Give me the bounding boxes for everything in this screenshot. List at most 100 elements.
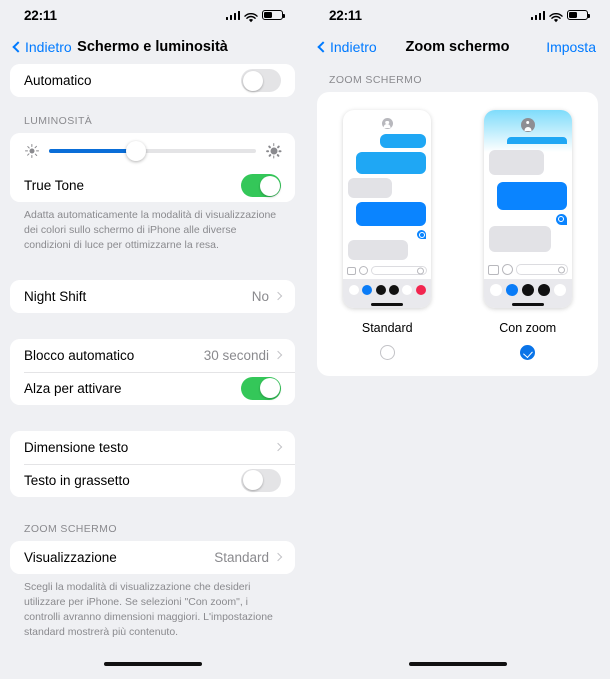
camera-icon [487, 264, 499, 275]
row-label: Dimensione testo [24, 439, 129, 455]
row-value-group: 30 secondi [203, 347, 283, 363]
row-visualizzazione[interactable]: Visualizzazione Standard [10, 540, 295, 574]
chevron-left-icon [317, 41, 329, 53]
app-store-icon [501, 264, 513, 275]
preview-home-indicator [343, 301, 432, 308]
row-label: Night Shift [24, 288, 87, 304]
radio-standard[interactable] [379, 345, 395, 360]
back-button[interactable]: Indietro [12, 39, 72, 55]
cellular-bars-icon [225, 10, 240, 20]
zoom-options-card: Standard Con zoom [317, 92, 598, 376]
footnote-display-zoom: Scegli la modalità di visualizzazione ch… [24, 580, 273, 639]
zoom-option-con-zoom[interactable]: Con zoom [483, 110, 572, 360]
row-dimensione-testo[interactable]: Dimensione testo [10, 430, 295, 464]
status-bar-left: 22:11 [0, 0, 305, 30]
row-night-shift[interactable]: Night Shift No [10, 279, 295, 313]
contact-avatar-icon [520, 118, 535, 132]
toggle-testo-in-grassetto[interactable] [241, 468, 281, 492]
chat-bubble [380, 134, 427, 148]
brightness-slider-fill [49, 149, 136, 153]
radio-con-zoom[interactable] [520, 345, 536, 360]
toggle-knob [259, 175, 280, 196]
contact-avatar-icon [381, 118, 393, 129]
chat-bubble [496, 182, 567, 210]
row-blocco-automatico[interactable]: Blocco automatico 30 secondi [10, 338, 295, 372]
row-automatico[interactable]: Automatico [10, 64, 295, 97]
brightness-slider-track[interactable] [49, 141, 256, 161]
home-indicator-right [305, 662, 610, 666]
chat-bubble [488, 150, 544, 175]
row-label: Visualizzazione [24, 549, 117, 565]
dock-dot [348, 285, 359, 295]
battery-icon [567, 9, 590, 21]
chevron-right-icon [273, 291, 283, 301]
dock-dot [521, 284, 534, 296]
status-bar-time: 22:11 [329, 7, 362, 23]
group-autolock: Blocco automatico 30 secondi Alza per at… [10, 338, 295, 405]
row-brightness-slider[interactable] [10, 133, 295, 169]
camera-icon [347, 266, 357, 275]
left-screen-display-brightness: 22:11 Indietro Schermo e luminosità Auto… [0, 0, 305, 679]
back-button[interactable]: Indietro [317, 39, 377, 55]
dock-dot [362, 285, 373, 295]
dock-dot [505, 284, 518, 296]
chat-bubble [348, 240, 409, 260]
toggle-alza-per-attivare[interactable] [241, 376, 281, 400]
row-value: Standard [214, 549, 269, 565]
brightness-slider-thumb[interactable] [125, 141, 146, 161]
row-label: Automatico [24, 73, 92, 88]
dock-dot [537, 284, 550, 296]
chevron-right-icon [273, 552, 283, 562]
section-header-luminosita: LUMINOSITÀ [24, 115, 93, 127]
chat-bubble [356, 152, 427, 174]
row-value: No [251, 288, 269, 304]
row-label: Testo in grassetto [24, 472, 130, 488]
toggle-knob [242, 470, 263, 491]
row-value-group: No [251, 288, 283, 304]
chat-bubble [356, 202, 427, 226]
row-value: 30 secondi [203, 347, 269, 363]
sun-large-icon [265, 143, 282, 159]
sun-small-icon [24, 144, 39, 159]
status-bar-indicators [530, 9, 590, 23]
row-true-tone[interactable]: True Tone [10, 169, 295, 202]
chat-bubble [506, 137, 567, 144]
footnote-true-tone: Adatta automaticamente la modalità di vi… [24, 209, 277, 252]
chevron-right-icon [273, 350, 283, 360]
chat-bubble [348, 178, 393, 198]
toggle-automatico[interactable] [241, 69, 281, 92]
toggle-knob [242, 70, 263, 91]
back-button-label: Indietro [330, 39, 377, 55]
status-bar-right: 22:11 [305, 0, 610, 30]
row-alza-per-attivare[interactable]: Alza per attivare [10, 371, 295, 405]
row-testo-in-grassetto[interactable]: Testo in grassetto [10, 463, 295, 497]
back-button-label: Indietro [25, 39, 72, 55]
toggle-knob [259, 378, 280, 399]
group-display-zoom: Visualizzazione Standard [10, 540, 295, 574]
toggle-true-tone[interactable] [241, 174, 281, 197]
row-value-group [273, 442, 283, 452]
app-store-icon [359, 266, 369, 275]
zoom-option-standard[interactable]: Standard [343, 110, 432, 360]
group-text: Dimensione testo Testo in grassetto [10, 430, 295, 497]
settings-list-left: Automatico LUMINOSITÀ True Tone Adatta a… [0, 64, 305, 641]
section-header-zoom-schermo-right: ZOOM SCHERMO [329, 74, 422, 86]
dock-dot [489, 284, 502, 296]
dock-dot [402, 285, 413, 295]
wifi-icon [549, 10, 563, 23]
set-button[interactable]: Imposta [546, 39, 596, 55]
delivered-indicator-icon [417, 230, 427, 239]
row-label: True Tone [24, 178, 85, 193]
status-bar-time: 22:11 [24, 7, 57, 23]
dual-screenshot-container: 22:11 Indietro Schermo e luminosità Auto… [0, 0, 610, 679]
row-label: Alza per attivare [24, 380, 122, 396]
battery-icon [262, 9, 285, 21]
preview-standard [343, 110, 432, 308]
group-automatic: Automatico [10, 64, 295, 97]
wifi-icon [244, 10, 258, 23]
home-indicator-left [0, 662, 305, 666]
nav-bar-left: Indietro Schermo e luminosità [0, 30, 305, 64]
preview-dock [343, 279, 432, 301]
